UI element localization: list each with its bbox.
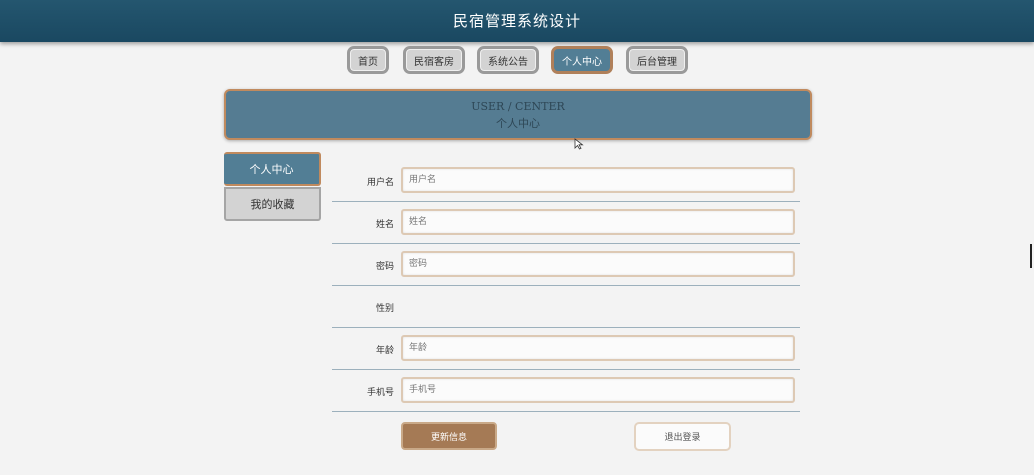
name-label: 姓名 [375, 219, 394, 230]
banner-title-en: USER / CENTER [471, 100, 565, 113]
row-divider [332, 411, 800, 412]
nav-rooms[interactable]: 民宿客房 [403, 46, 465, 74]
age-input[interactable] [401, 335, 795, 361]
form-row-name: 姓名 [332, 202, 800, 244]
banner-title-cn: 个人中心 [496, 117, 540, 130]
text-caret-marker [1030, 244, 1032, 268]
password-input[interactable] [401, 251, 795, 277]
phone-label: 手机号 [366, 387, 394, 398]
nav-admin[interactable]: 后台管理 [626, 46, 688, 74]
form-row-username: 用户名 [332, 160, 800, 202]
username-label: 用户名 [366, 177, 394, 188]
form-row-password: 密码 [332, 244, 800, 286]
phone-input[interactable] [401, 377, 795, 403]
nav-home[interactable]: 首页 [347, 46, 389, 74]
main-nav: 首页 民宿客房 系统公告 个人中心 后台管理 [0, 46, 1034, 76]
sidebar-item-favorites[interactable]: 我的收藏 [224, 187, 321, 221]
age-label: 年龄 [375, 345, 394, 356]
logout-button[interactable]: 退出登录 [634, 422, 731, 451]
mouse-cursor-icon [574, 138, 584, 150]
page-banner: USER / CENTER 个人中心 [224, 89, 812, 140]
nav-personal-center[interactable]: 个人中心 [551, 46, 613, 74]
top-header-bar: 民宿管理系统设计 [0, 0, 1034, 42]
update-info-button[interactable]: 更新信息 [401, 422, 497, 450]
app-title: 民宿管理系统设计 [452, 12, 581, 30]
password-label: 密码 [375, 261, 394, 272]
gender-label: 性别 [375, 303, 394, 314]
form-row-phone: 手机号 [332, 370, 800, 412]
form-row-gender: 性别 [332, 286, 800, 328]
name-input[interactable] [401, 209, 795, 235]
form-row-age: 年龄 [332, 328, 800, 370]
nav-announcements[interactable]: 系统公告 [477, 46, 539, 74]
username-input[interactable] [401, 167, 795, 193]
sidebar-item-personal-center[interactable]: 个人中心 [224, 152, 321, 186]
